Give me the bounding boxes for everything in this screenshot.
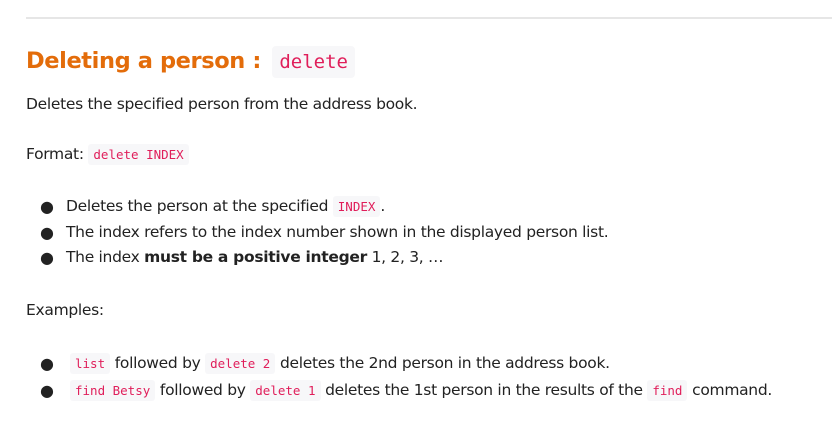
section-divider — [26, 17, 832, 19]
note-code: INDEX — [332, 196, 381, 217]
bullet-icon: ● — [40, 222, 54, 242]
example-item: ● find Betsy followed by delete 1 deletes… — [40, 377, 826, 404]
format-label: Format: — [26, 145, 84, 163]
note-text: 1, 2, 3, … — [371, 248, 444, 266]
heading-command-code: delete — [272, 46, 355, 78]
format-line: Format: delete INDEX — [26, 143, 826, 166]
examples-list: ● list followed by delete 2 deletes the 2… — [26, 350, 826, 404]
example-text: followed by — [114, 353, 201, 372]
note-item: ● The index must be a positive integer 1,… — [40, 245, 826, 271]
bullet-icon: ● — [40, 353, 54, 373]
command-description: Deletes the specified person from the ad… — [26, 95, 418, 113]
note-text: The index refers to the index number sho… — [66, 222, 609, 241]
note-text: The index — [66, 248, 140, 266]
example-text: deletes the 1st person in the results of… — [325, 380, 643, 399]
bullet-icon: ● — [40, 380, 54, 400]
note-bold-text: must be a positive integer — [144, 248, 367, 266]
example-item: ● list followed by delete 2 deletes the 2… — [40, 350, 826, 377]
bullet-icon: ● — [40, 197, 54, 216]
heading-text: Deleting a person : — [26, 48, 261, 74]
note-item: ● Deletes the person at the specified IND… — [40, 194, 826, 220]
example-code: find — [647, 379, 688, 401]
example-text: followed by — [159, 380, 246, 399]
section-heading: Deleting a person : delete — [26, 44, 826, 79]
example-code: list — [70, 352, 111, 374]
note-text: . — [380, 197, 386, 215]
bullet-icon: ● — [40, 248, 54, 267]
example-code: delete 2 — [205, 352, 276, 374]
notes-list: ● Deletes the person at the specified IND… — [26, 194, 826, 271]
note-item: ● The index refers to the index number sh… — [40, 220, 826, 246]
examples-label: Examples: — [26, 300, 104, 319]
format-syntax-code: delete INDEX — [88, 144, 189, 165]
example-code: find Betsy — [70, 379, 156, 401]
delete-command-section: Deleting a person : delete Deletes the s… — [26, 44, 826, 404]
example-text: command. — [692, 380, 773, 399]
example-text: deletes the 2nd person in the address bo… — [279, 353, 610, 372]
example-code: delete 1 — [250, 379, 321, 401]
note-text: Deletes the person at the specified — [66, 197, 329, 215]
